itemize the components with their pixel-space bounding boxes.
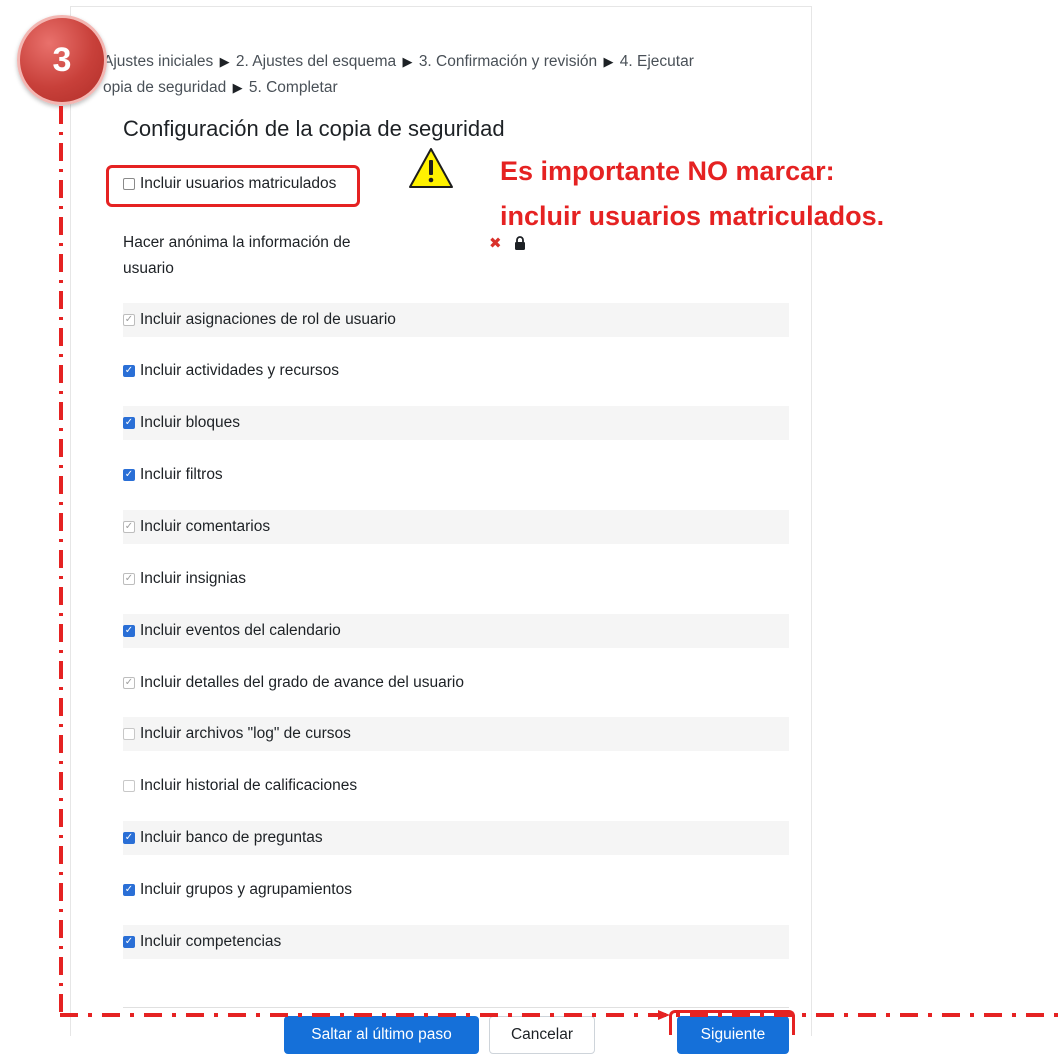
checkbox-checked-disabled: ✓ (123, 573, 135, 585)
checkbox-checked[interactable]: ✓ (123, 365, 135, 377)
anonymize-label-line2: usuario (123, 260, 174, 277)
checkbox-checked[interactable]: ✓ (123, 884, 135, 896)
checkbox-checked-disabled: ✓ (123, 521, 135, 533)
setting-row[interactable]: ✓ Incluir comentarios (123, 510, 789, 544)
checkbox-checked[interactable]: ✓ (123, 417, 135, 429)
checkbox-checked[interactable]: ✓ (123, 469, 135, 481)
setting-label: Incluir asignaciones de rol de usuario (140, 311, 396, 328)
breadcrumb-separator-icon: ▶ (603, 54, 614, 69)
skip-to-last-step-button[interactable]: Saltar al último paso (284, 1016, 479, 1054)
setting-row[interactable]: ✓ Incluir detalles del grado de avance d… (123, 666, 789, 700)
setting-row[interactable]: ✓ Incluir bloques (123, 406, 789, 440)
breadcrumb-separator-icon: ▶ (219, 54, 230, 69)
setting-label: Incluir banco de preguntas (140, 829, 323, 846)
setting-row[interactable]: Incluir historial de calificaciones (123, 769, 789, 803)
checkbox-checked-disabled: ✓ (123, 314, 135, 326)
include-users-highlight (106, 165, 360, 207)
cancel-button[interactable]: Cancelar (489, 1016, 595, 1054)
setting-row[interactable]: ✓ Incluir filtros (123, 458, 789, 492)
setting-label: Incluir grupos y agrupamientos (140, 881, 352, 898)
anonymize-label-line1: Hacer anónima la información de (123, 234, 351, 251)
checkbox-checked[interactable]: ✓ (123, 832, 135, 844)
setting-label: Incluir filtros (140, 466, 223, 483)
setting-label: Incluir bloques (140, 414, 240, 431)
section-title: Configuración de la copia de seguridad (123, 116, 505, 141)
setting-row[interactable]: ✓ Incluir eventos del calendario (123, 614, 789, 648)
breadcrumb-separator-icon: ▶ (402, 54, 413, 69)
breadcrumb-separator-icon: ▶ (232, 80, 243, 95)
setting-row[interactable]: ✓ Incluir asignaciones de rol de usuario (123, 303, 789, 337)
setting-row[interactable]: ✓ Incluir actividades y recursos (123, 354, 789, 388)
setting-row[interactable]: ✓ Incluir competencias (123, 925, 789, 959)
warning-line-1: Es importante NO marcar: (500, 156, 835, 186)
checkbox-unchecked-disabled (123, 780, 135, 792)
setting-label: Incluir actividades y recursos (140, 362, 339, 379)
checkbox-checked-disabled: ✓ (123, 677, 135, 689)
dash-dot-connector-vertical (59, 106, 63, 1016)
setting-label: Incluir eventos del calendario (140, 622, 341, 639)
warning-message: Es importante NO marcar: incluir usuario… (500, 149, 884, 239)
checkbox-checked[interactable]: ✓ (123, 625, 135, 637)
setting-label: Incluir competencias (140, 933, 282, 950)
warning-icon (409, 148, 453, 188)
form-divider (123, 1007, 789, 1008)
dash-dot-connector-horizontal (60, 1010, 1058, 1020)
checkbox-checked[interactable]: ✓ (123, 936, 135, 948)
setting-label: Incluir detalles del grado de avance del… (140, 674, 464, 691)
breadcrumb-step-1[interactable]: Ajustes iniciales (103, 53, 213, 70)
checkbox-unchecked-disabled (123, 728, 135, 740)
setting-label: Incluir archivos "log" de cursos (140, 725, 351, 742)
breadcrumb: Ajustes iniciales ▶ 2. Ajustes del esque… (103, 49, 803, 101)
step-number-badge: 3 (17, 15, 107, 105)
setting-row[interactable]: ✓ Incluir insignias (123, 562, 789, 596)
setting-row[interactable]: ✓ Incluir banco de preguntas (123, 821, 789, 855)
setting-label: Incluir historial de calificaciones (140, 777, 358, 794)
breadcrumb-step-3[interactable]: 3. Confirmación y revisión (419, 53, 597, 70)
breadcrumb-step-4[interactable]: 4. Ejecutar (620, 53, 694, 70)
breadcrumb-step-2[interactable]: 2. Ajustes del esquema (236, 53, 396, 70)
breadcrumb-step-4-cont[interactable]: opia de seguridad (103, 79, 226, 96)
setting-label: Incluir insignias (140, 570, 246, 587)
warning-line-2: incluir usuarios matriculados. (500, 201, 885, 231)
setting-row[interactable]: Incluir archivos "log" de cursos (123, 717, 789, 751)
breadcrumb-step-5[interactable]: 5. Completar (249, 79, 338, 96)
setting-anonymize: Hacer anónima la información de usuario (123, 230, 423, 282)
setting-row[interactable]: ✓ Incluir grupos y agrupamientos (123, 873, 789, 907)
setting-label: Incluir comentarios (140, 518, 271, 535)
